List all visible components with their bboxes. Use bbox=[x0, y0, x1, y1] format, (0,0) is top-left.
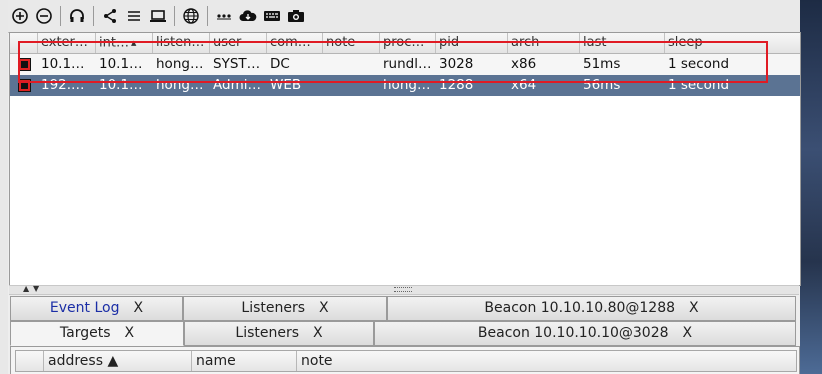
tab-label: Event Log bbox=[49, 300, 120, 316]
tab-targets[interactable]: Targets X bbox=[10, 321, 184, 346]
tab-beacon-3028[interactable]: Beacon 10.10.10.10@3028 X bbox=[374, 321, 796, 346]
list-icon[interactable] bbox=[122, 4, 146, 28]
tab-listeners[interactable]: Listeners X bbox=[184, 321, 374, 346]
tab-close-icon[interactable]: X bbox=[313, 325, 323, 341]
keyboard-icon[interactable] bbox=[260, 4, 284, 28]
tab-close-icon[interactable]: X bbox=[689, 300, 699, 316]
tab-row-front: Targets X Listeners X Beacon 10.10.10.10@3… bbox=[10, 321, 800, 346]
toolbar-separator bbox=[93, 6, 94, 26]
disconnect-icon[interactable] bbox=[32, 4, 56, 28]
toolbar-separator bbox=[207, 6, 208, 26]
tab-label: Targets bbox=[59, 325, 111, 341]
collapse-up-icon[interactable]: ▲ bbox=[23, 284, 29, 293]
tab-row-back: Event Log X Listeners X Beacon 10.10.10.80… bbox=[10, 296, 800, 321]
annotation-highlight-box bbox=[18, 41, 768, 83]
tab-beacon-1288[interactable]: Beacon 10.10.10.80@1288 X bbox=[387, 296, 796, 321]
desktop-background-right bbox=[800, 0, 822, 374]
toolbar-separator bbox=[174, 6, 175, 26]
tab-label: Beacon 10.10.10.80@1288 bbox=[484, 300, 676, 316]
tab-close-icon[interactable]: X bbox=[133, 300, 143, 316]
tab-label: Listeners bbox=[235, 325, 300, 341]
laptop-icon[interactable] bbox=[146, 4, 170, 28]
toolbar bbox=[8, 0, 800, 33]
tab-label: Beacon 10.10.10.10@3028 bbox=[477, 325, 669, 341]
targets-table-header: address ▲ name note bbox=[15, 350, 797, 372]
tab-event-log[interactable]: Event Log X bbox=[10, 296, 183, 321]
toolbar-separator bbox=[60, 6, 61, 26]
headset-icon[interactable] bbox=[65, 4, 89, 28]
header-icon-column[interactable] bbox=[16, 351, 44, 371]
connect-icon[interactable] bbox=[8, 4, 32, 28]
cobalt-strike-window: exter… int… ▲ listen… user com… note proc… bbox=[8, 0, 801, 374]
tab-label: Listeners bbox=[241, 300, 306, 316]
tab-listeners[interactable]: Listeners X bbox=[183, 296, 387, 321]
header-name[interactable]: name bbox=[192, 351, 297, 371]
tab-close-icon[interactable]: X bbox=[683, 325, 693, 341]
tab-close-icon[interactable]: X bbox=[319, 300, 329, 316]
divider-grip[interactable] bbox=[394, 287, 412, 292]
collapse-down-icon[interactable]: ▼ bbox=[33, 284, 39, 293]
camera-icon[interactable] bbox=[284, 4, 308, 28]
ellipsis-icon[interactable] bbox=[212, 4, 236, 28]
targets-panel: address ▲ name note bbox=[10, 346, 800, 374]
share-icon[interactable] bbox=[98, 4, 122, 28]
globe-icon[interactable] bbox=[179, 4, 203, 28]
split-pane-divider[interactable]: ▲ ▼ bbox=[9, 284, 799, 295]
header-address[interactable]: address ▲ bbox=[44, 351, 192, 371]
cloud-download-icon[interactable] bbox=[236, 4, 260, 28]
tab-close-icon[interactable]: X bbox=[125, 325, 135, 341]
header-note[interactable]: note bbox=[297, 351, 796, 371]
